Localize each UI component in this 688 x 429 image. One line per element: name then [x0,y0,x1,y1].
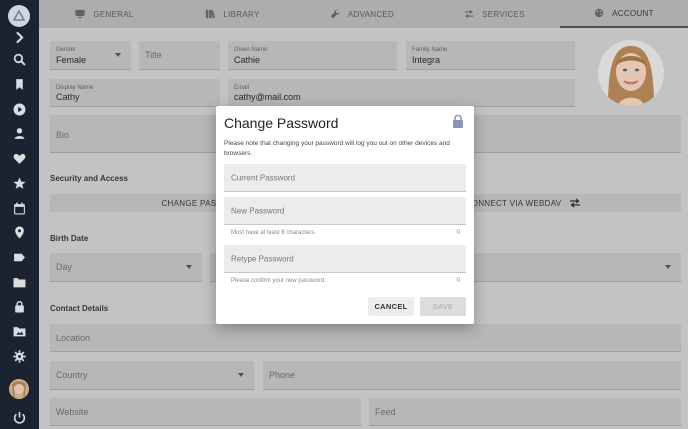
input-placeholder: Current Password [231,173,296,182]
dialog-title: Change Password [224,115,339,131]
input-placeholder: Retype Password [231,254,294,263]
new-password-input[interactable]: New Password [224,197,466,225]
retype-password-hint: Please confirm your new password. [231,278,326,284]
current-password-input[interactable]: Current Password [224,164,466,192]
new-password-hint: Must have at least 8 characters. [231,230,317,236]
retype-password-counter: 0 [456,278,460,284]
save-button[interactable]: SAVE [420,297,466,316]
retype-password-input[interactable]: Retype Password [224,245,466,273]
new-password-counter: 0 [456,230,460,236]
cancel-button[interactable]: CANCEL [368,297,414,316]
lock-icon [452,114,464,128]
change-password-dialog: Change Password Please note that changin… [216,106,474,324]
dialog-note: Please note that changing your password … [224,140,450,157]
input-placeholder: New Password [231,206,285,215]
